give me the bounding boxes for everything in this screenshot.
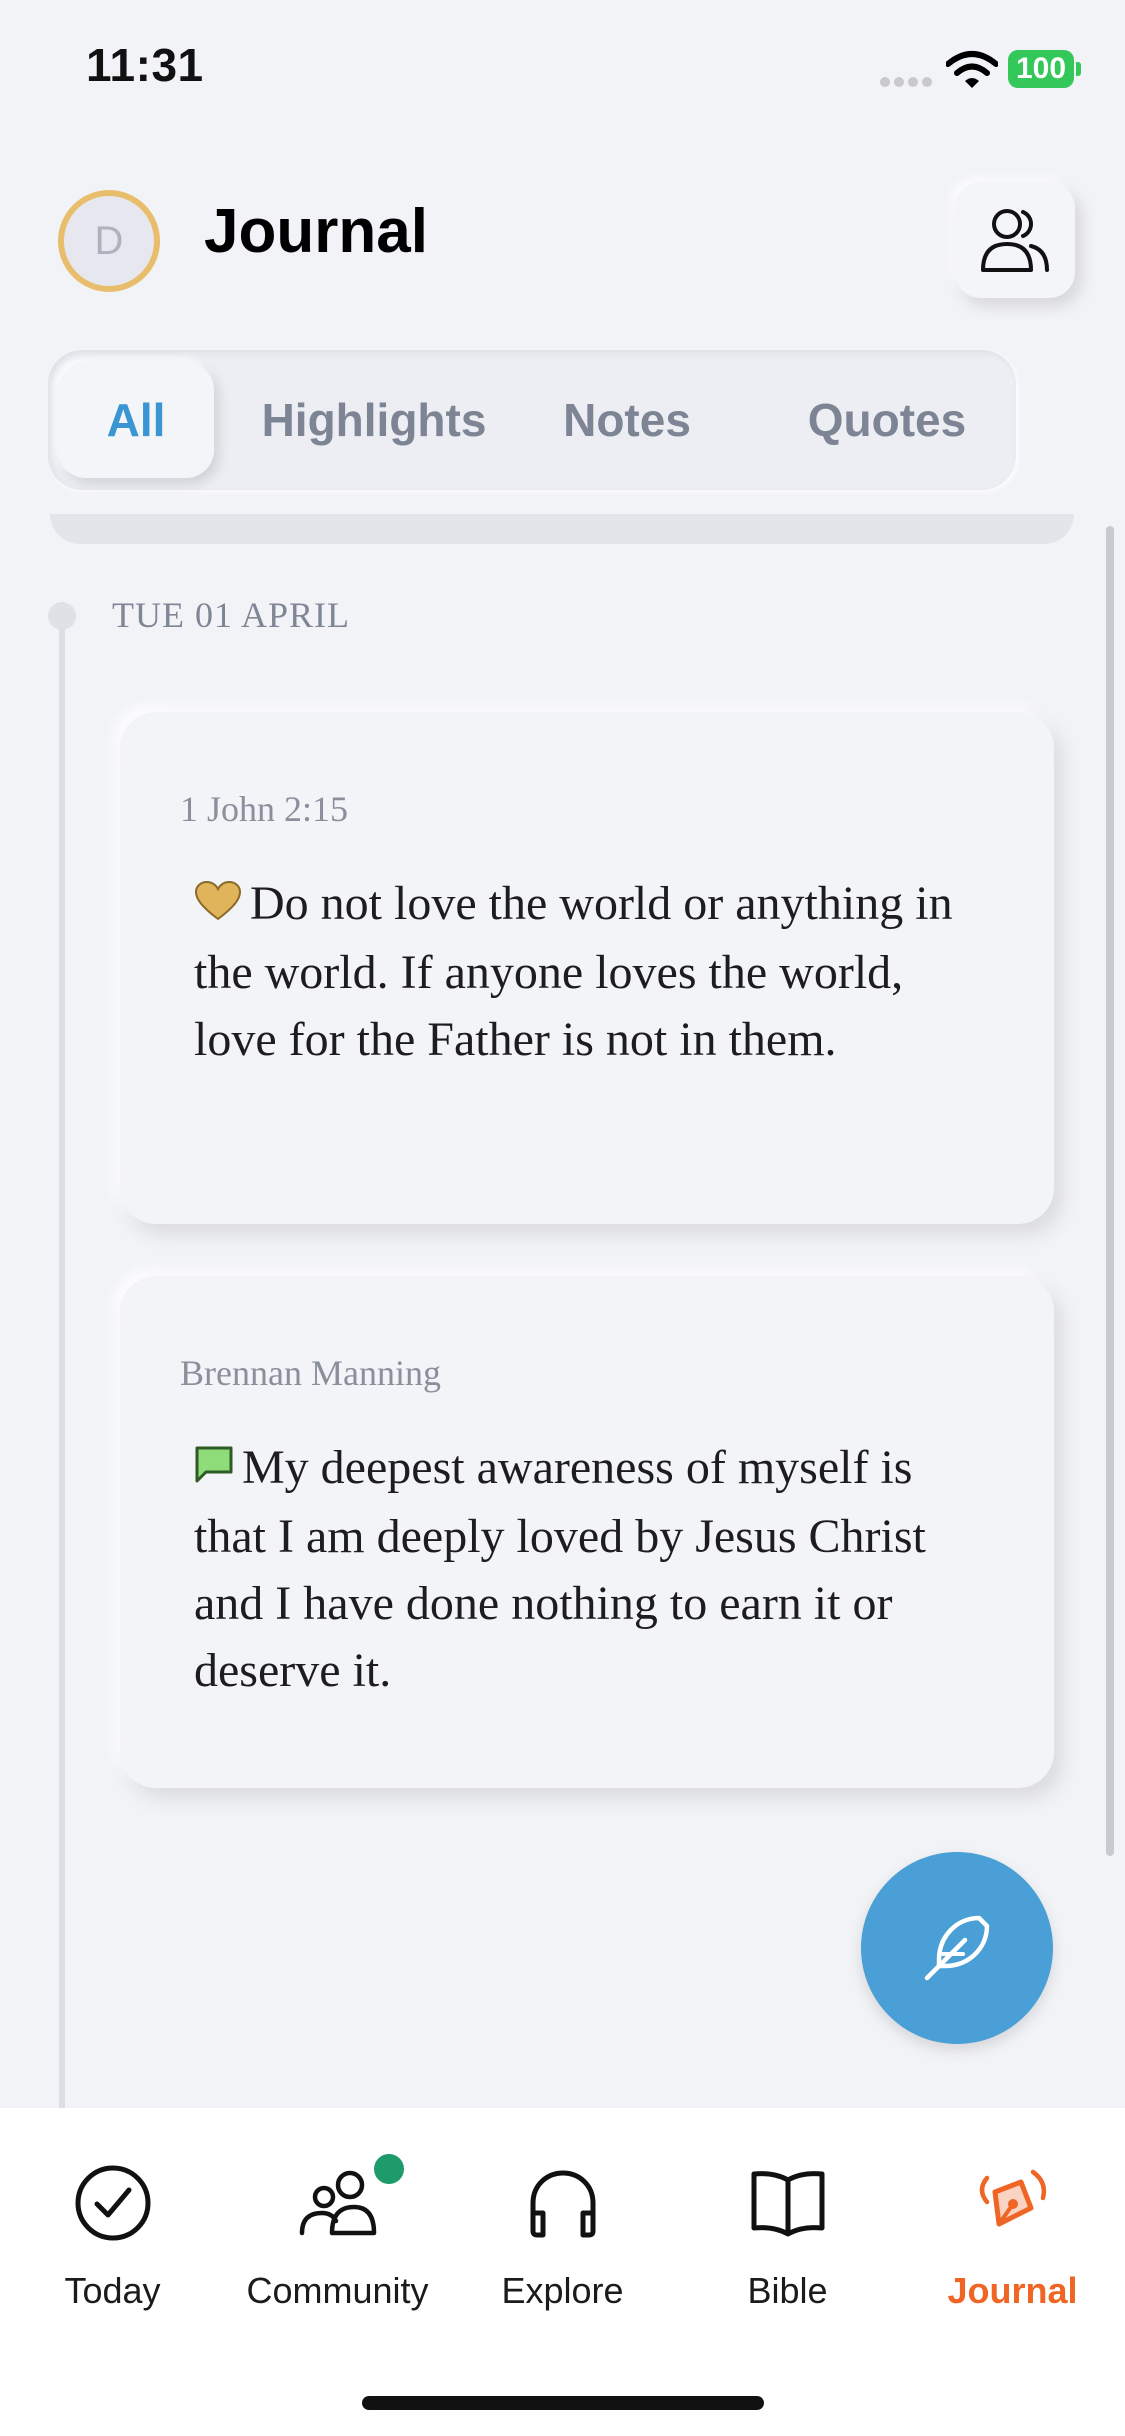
tab-all[interactable]: All [58, 362, 214, 478]
battery-indicator: 100 [1008, 50, 1081, 88]
nav-label: Journal [947, 2270, 1078, 2311]
entry-reference: Brennan Manning [180, 1353, 441, 1393]
header-divider [50, 514, 1074, 544]
nav-label: Explore [501, 2270, 624, 2311]
entry-text: Do not love the world or anything in the… [194, 877, 953, 1066]
entry-text-block: Do not love the world or anything in the… [194, 870, 994, 1073]
timeline-dot [48, 602, 76, 630]
pen-nib-icon [979, 2169, 1046, 2227]
timeline-line [59, 616, 65, 2110]
nav-bible[interactable]: Bible [675, 2158, 900, 2312]
nav-label: Today [64, 2270, 161, 2311]
nav-label: Bible [747, 2270, 828, 2311]
tab-highlights[interactable]: Highlights [244, 362, 504, 478]
status-time: 11:31 [86, 39, 204, 91]
tab-quotes[interactable]: Quotes [772, 362, 1002, 478]
date-label: TUE 01 APRIL [112, 595, 351, 635]
nav-journal[interactable]: Journal [900, 2158, 1125, 2312]
journal-entry-card[interactable]: 1 John 2:15 Do not love the world or any… [120, 712, 1054, 1224]
journal-entry-card[interactable]: Brennan Manning My deepest awareness of … [120, 1276, 1054, 1788]
entry-text: My deepest awareness of myself is that I… [194, 1441, 926, 1697]
book-icon [751, 2171, 824, 2237]
people-icon [299, 2170, 376, 2236]
new-entry-button[interactable] [861, 1852, 1053, 2044]
feather-icon [924, 1915, 990, 1981]
tab-notes[interactable]: Notes [542, 362, 712, 478]
friends-button[interactable] [955, 182, 1075, 298]
nav-label: Community [246, 2270, 429, 2311]
quote-bubble-icon [194, 1436, 234, 1503]
nav-today[interactable]: Today [0, 2158, 225, 2312]
filter-tabs: All Highlights Notes Quotes [48, 350, 1016, 490]
check-circle-icon [75, 2165, 150, 2241]
headphones-icon [530, 2170, 595, 2238]
people-icon [981, 209, 1049, 272]
heart-icon [194, 872, 242, 939]
wifi-icon [945, 50, 999, 90]
page-title: Journal [204, 197, 428, 266]
home-indicator [362, 2396, 764, 2410]
entry-reference: 1 John 2:15 [180, 789, 349, 829]
notification-badge [374, 2154, 404, 2184]
cellular-signal-icon [880, 74, 936, 87]
entry-text-block: My deepest awareness of myself is that I… [194, 1434, 994, 1704]
nav-community[interactable]: Community [225, 2158, 450, 2312]
scrollbar[interactable] [1106, 526, 1114, 1856]
nav-explore[interactable]: Explore [450, 2158, 675, 2312]
avatar[interactable]: D [58, 190, 160, 292]
